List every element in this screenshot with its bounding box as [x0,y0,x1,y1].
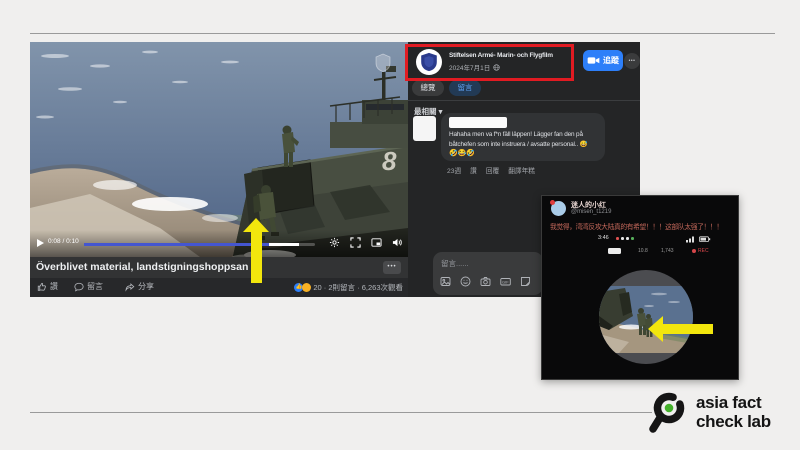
picture-in-picture-icon[interactable] [371,237,382,248]
repost-avatar [551,201,566,216]
repost-screenshot-panel: 迷人的小红 @misen_t1219 我觉得，湾湾反攻大陆真的有希望！！！这部队… [541,195,739,380]
status-dots [616,237,634,240]
progress-bar[interactable] [84,243,315,246]
camera-icon[interactable] [480,276,491,287]
comment-age: 23週 [447,165,461,175]
arrow-tail [663,324,713,334]
stats-text: 20 · 2則留言 · 6,263次觀看 [313,282,403,293]
tab-overview[interactable]: 總覽 [412,80,444,96]
highlight-arrow-up [243,218,269,284]
video-more-button[interactable]: ••• [383,261,401,274]
video-camera-icon [587,56,600,65]
comment-translate-link[interactable]: 翻譯年糕 [508,165,535,175]
gif-icon[interactable]: GIF [500,276,511,287]
bottom-divider [30,412,652,413]
status-time: 3:46 [598,235,609,241]
comment-text-line2: båtchefen som inte instruera / avsatte p… [449,140,588,148]
repost-stat-1: 10.8 [638,248,648,254]
player-controls: 0:08 / 0:10 [30,230,408,257]
video-player[interactable]: 8 [30,42,408,297]
arrow-head [243,218,269,232]
arrow-tail [251,231,262,283]
comment-reply-link[interactable]: 回覆 [486,165,499,175]
video-stats-row: 10.8 1,743 REC [542,247,738,255]
volume-icon[interactable] [392,237,403,248]
tabs-divider [408,100,640,101]
camera-pill-icon [608,248,621,254]
play-icon[interactable] [37,239,44,247]
brand-wordmark: asia fact check lab [696,394,771,431]
brand-line1: asia fact [696,394,771,413]
composer-placeholder: 留言...... [441,258,469,269]
share-label: 分享 [138,281,154,292]
fact-check-graphic: 8 [0,0,800,450]
tab-comments[interactable]: 留言 [449,80,481,96]
engagement-stats: 👍 20 · 2則留言 · 6,263次觀看 [294,282,403,293]
comment-like-link[interactable]: 讚 [470,165,477,175]
share-button[interactable]: 分享 [125,281,154,292]
fullscreen-icon[interactable] [350,237,361,248]
arrow-head [648,316,663,342]
photo-icon[interactable] [440,276,451,287]
comment-meta-row: 23週 讚 回覆 翻譯年糕 [447,165,535,175]
video-title-bar: Överblivet material, landstigningshoppsa… [30,257,408,278]
comment-text-line1: Hahaha men va f*n fäll läppen! Lägger fa… [449,131,583,138]
comment-bubble-icon [74,282,84,292]
magnifier-icon [648,390,694,440]
commenter-avatar-blurred [413,116,436,141]
progress-fill [84,243,269,246]
commenter-name-blurred [449,117,507,128]
sticker-icon[interactable] [520,276,531,287]
comment-button[interactable]: 留言 [74,281,103,292]
emoji-icon[interactable] [460,276,471,287]
follow-label: 追蹤 [603,55,619,66]
haha-reaction-icon [302,283,311,292]
share-arrow-icon [125,282,135,292]
afcl-logo: asia fact check lab [648,388,798,444]
comment-bubble: Hahaha men va f*n fäll läppen! Lägger fa… [441,113,605,161]
status-bar: 3:46 [542,234,738,243]
playback-time: 0:08 / 0:10 [48,238,79,245]
battery-icon [699,236,711,243]
repost-handle: @misen_t1219 [571,209,611,215]
post-action-bar: 讚 留言 分享 👍 20 · 2則留言 · 6, [30,278,408,297]
repost-caption: 我觉得，湾湾反攻大陆真的有希望！！！这部队太强了！！！ [550,221,723,231]
red-highlight-box [405,44,574,81]
highlight-arrow-left [648,316,714,342]
repost-stat-2: 1,743 [661,248,674,254]
like-button[interactable]: 讚 [37,281,58,292]
brand-line2: check lab [696,413,771,432]
follow-button[interactable]: 追蹤 [583,50,623,71]
comment-text-line3: 🤣😂🤣 [449,149,475,157]
progress-buffer [269,243,299,246]
signal-icon [686,235,696,243]
svg-text:GIF: GIF [502,279,509,284]
like-label: 讚 [50,281,58,292]
comment-composer[interactable]: 留言...... GIF [433,252,543,295]
top-divider [30,33,775,34]
military-emblem-watermark [376,54,390,72]
post-more-button[interactable]: ••• [624,53,640,69]
record-badge: REC [692,248,709,254]
settings-gear-icon[interactable] [329,237,340,248]
video-frame-landing-scene: 8 [30,42,408,257]
video-title: Överblivet material, landstigningshoppsa… [36,261,248,273]
boat-number: 8 [382,146,397,176]
comment-label: 留言 [87,281,103,292]
thumbs-up-icon [37,282,47,292]
